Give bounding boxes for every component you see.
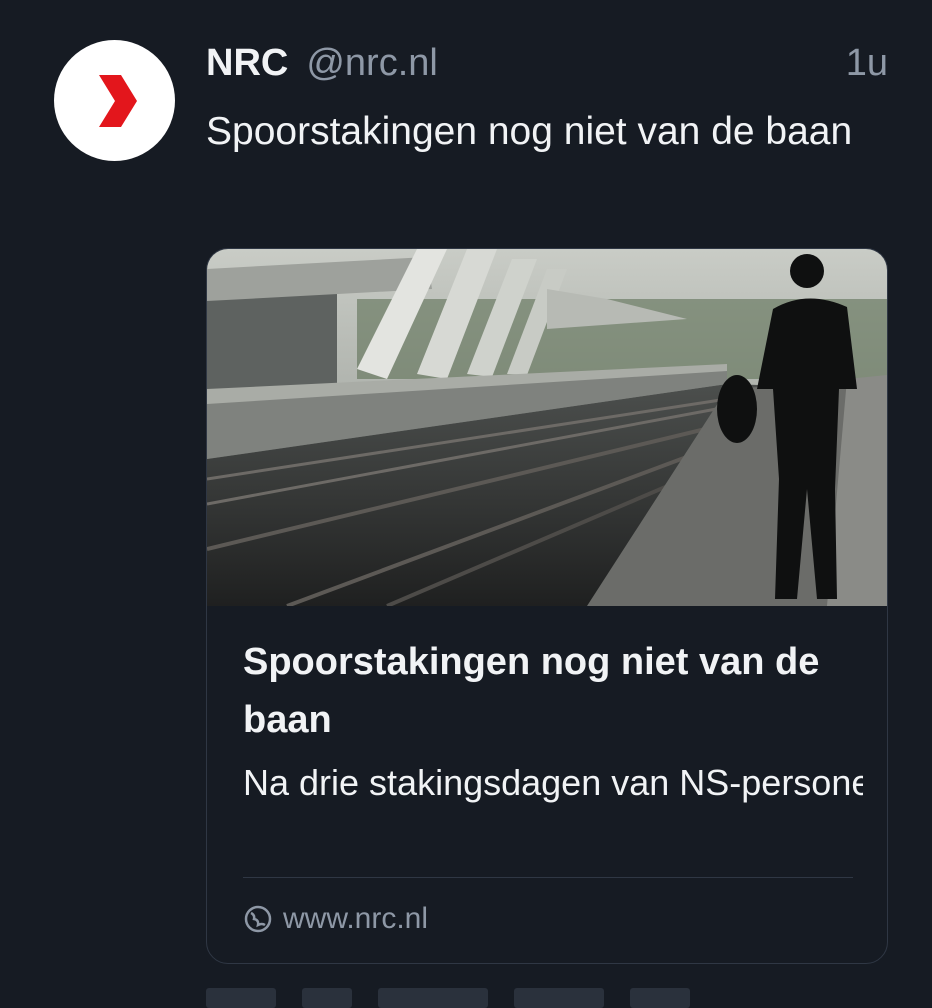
card-domain-link[interactable]: www.nrc.nl [243,897,428,941]
timestamp[interactable]: 1u [846,42,888,85]
nrc-logo-icon [98,74,137,127]
tweet-header: NRC @nrc.nl 1u [206,42,888,92]
link-card[interactable]: Spoorstakingen nog niet van de baan Na d… [206,248,888,964]
card-domain-text: www.nrc.nl [283,902,429,935]
avatar[interactable] [54,40,175,161]
card-image [207,249,887,606]
card-description: Na drie stakingsdagen van NS-personeel k… [243,762,863,803]
author-handle[interactable]: @nrc.nl [306,42,438,85]
globe-icon [244,905,272,933]
card-divider [243,877,853,878]
author-name[interactable]: NRC [206,42,288,85]
card-title: Spoorstakingen nog niet van de baan [243,641,820,741]
next-post-fragment [206,988,746,1008]
tweet-text: Spoorstakingen nog niet van de baan [206,110,853,153]
